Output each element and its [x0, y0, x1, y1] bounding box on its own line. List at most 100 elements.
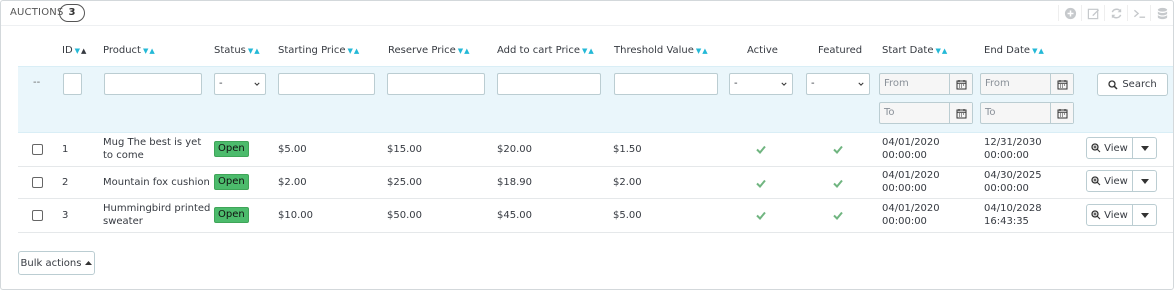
row-starting-price: $2.00 [278, 177, 307, 188]
check-icon[interactable] [756, 211, 766, 220]
threshold-value-filter-input[interactable] [614, 73, 718, 95]
reserve-price-filter-input[interactable] [387, 73, 485, 95]
row-end-date: 04/10/2028 16:43:35 [984, 203, 1042, 227]
row-actions-dropdown[interactable] [1133, 138, 1156, 158]
filter-row: -- - - - From To From To Search [18, 66, 1173, 133]
row-reserve-price: $50.00 [387, 210, 422, 221]
status-filter-select[interactable]: - [214, 73, 266, 95]
row-start-date: 04/01/2020 00:00:00 [882, 203, 940, 227]
row-id: 1 [62, 144, 69, 155]
row-checkbox[interactable] [32, 177, 43, 188]
zoom-in-icon [1091, 176, 1101, 186]
add-to-cart-price-filter-input[interactable] [497, 73, 601, 95]
row-actions-dropdown[interactable] [1133, 171, 1156, 191]
row-add-to-cart-price: $18.90 [497, 177, 532, 188]
column-header-featured: Featured [818, 45, 863, 56]
column-header-add-to-cart-price[interactable]: Add to cart Price ▼▲ [497, 45, 595, 56]
view-button[interactable]: View [1087, 138, 1133, 158]
count-badge: 3 [59, 4, 85, 22]
id-filter-input[interactable] [63, 73, 82, 95]
panel-header: Auctions 3 [1, 1, 1173, 26]
row-actions-dropdown[interactable] [1133, 205, 1156, 225]
column-header-end-date[interactable]: End Date ▼▲ [984, 45, 1045, 56]
end-date-from-input[interactable]: From [980, 73, 1074, 95]
end-date-to-input[interactable]: To [980, 102, 1074, 124]
sort-arrows-icon[interactable]: ▼▲ [458, 47, 471, 55]
product-filter-input[interactable] [104, 73, 202, 95]
panel-title: Auctions [10, 7, 64, 18]
chevron-down-icon [781, 82, 787, 86]
caret-down-icon [1140, 178, 1149, 184]
row-end-date: 12/31/2030 00:00:00 [984, 137, 1042, 161]
column-header-id[interactable]: ID ▼▲ [62, 45, 87, 56]
row-threshold-value: $1.50 [613, 144, 642, 155]
table-row[interactable]: 1 Mug The best is yet to come Open $5.00… [18, 132, 1173, 167]
sort-arrows-icon[interactable]: ▼▲ [143, 47, 156, 55]
database-icon[interactable] [1150, 5, 1173, 21]
refresh-icon[interactable] [1104, 5, 1127, 21]
column-header-status[interactable]: Status ▼▲ [214, 45, 261, 56]
view-button-group: View [1086, 204, 1157, 226]
check-icon[interactable] [833, 211, 843, 220]
status-badge: Open [214, 141, 249, 157]
calendar-icon[interactable] [1050, 103, 1073, 123]
sort-arrows-icon[interactable]: ▼▲ [248, 47, 261, 55]
sort-arrows-icon[interactable]: ▼▲ [696, 47, 709, 55]
check-icon[interactable] [756, 145, 766, 154]
calendar-icon[interactable] [1050, 74, 1073, 94]
sort-arrows-icon[interactable]: ▼▲ [75, 47, 88, 55]
featured-filter-select[interactable]: - [806, 73, 870, 95]
column-header-start-date[interactable]: Start Date ▼▲ [882, 45, 948, 56]
sort-arrows-icon[interactable]: ▼▲ [347, 47, 360, 55]
chevron-down-icon [858, 82, 864, 86]
starting-price-filter-input[interactable] [278, 73, 375, 95]
calendar-icon[interactable] [949, 74, 972, 94]
sort-arrows-icon[interactable]: ▼▲ [1032, 47, 1045, 55]
start-date-to-input[interactable]: To [879, 102, 973, 124]
bulk-actions-button[interactable]: Bulk actions [18, 251, 95, 275]
status-badge: Open [214, 174, 249, 190]
row-checkbox[interactable] [32, 144, 43, 155]
terminal-icon[interactable] [1127, 5, 1150, 21]
view-button-group: View [1086, 170, 1157, 192]
row-starting-price: $10.00 [278, 210, 313, 221]
table-row[interactable]: 3 Hummingbird printed sweater Open $10.0… [18, 199, 1173, 233]
row-reserve-price: $25.00 [387, 177, 422, 188]
row-threshold-value: $2.00 [613, 177, 642, 188]
row-end-date: 04/30/2025 00:00:00 [984, 170, 1042, 194]
row-product: Mountain fox cushion [103, 177, 210, 188]
plus-circle-icon[interactable] [1058, 5, 1081, 21]
search-button[interactable]: Search [1097, 73, 1168, 96]
column-header-active: Active [747, 45, 778, 56]
search-icon [1108, 79, 1118, 90]
table-row[interactable]: 2 Mountain fox cushion Open $2.00 $25.00… [18, 167, 1173, 199]
sort-arrows-icon[interactable]: ▼▲ [936, 47, 949, 55]
row-reserve-price: $15.00 [387, 144, 422, 155]
caret-up-icon [85, 261, 93, 265]
check-icon[interactable] [833, 179, 843, 188]
active-filter-select[interactable]: - [729, 73, 793, 95]
sort-arrows-icon[interactable]: ▼▲ [582, 47, 595, 55]
bulk-placeholder: -- [33, 77, 41, 88]
row-id: 3 [62, 210, 69, 221]
column-header-threshold-value[interactable]: Threshold Value ▼▲ [614, 45, 709, 56]
row-add-to-cart-price: $45.00 [497, 210, 532, 221]
view-button[interactable]: View [1087, 171, 1133, 191]
row-checkbox[interactable] [32, 210, 43, 221]
check-icon[interactable] [833, 145, 843, 154]
status-badge: Open [214, 207, 249, 223]
check-icon[interactable] [756, 179, 766, 188]
calendar-icon[interactable] [949, 103, 972, 123]
auctions-panel: Auctions 3 ID ▼▲ Product ▼▲ Status ▼▲ Start… [0, 0, 1174, 290]
row-threshold-value: $5.00 [613, 210, 642, 221]
column-header-starting-price[interactable]: Starting Price ▼▲ [278, 45, 360, 56]
caret-down-icon [1140, 212, 1149, 218]
start-date-from-input[interactable]: From [879, 73, 973, 95]
column-header-product[interactable]: Product ▼▲ [103, 45, 156, 56]
view-button[interactable]: View [1087, 205, 1133, 225]
edit-icon[interactable] [1081, 5, 1104, 21]
row-start-date: 04/01/2020 00:00:00 [882, 137, 940, 161]
row-product: Hummingbird printed sweater [103, 203, 211, 227]
row-product: Mug The best is yet to come [103, 137, 202, 161]
column-header-reserve-price[interactable]: Reserve Price ▼▲ [388, 45, 471, 56]
